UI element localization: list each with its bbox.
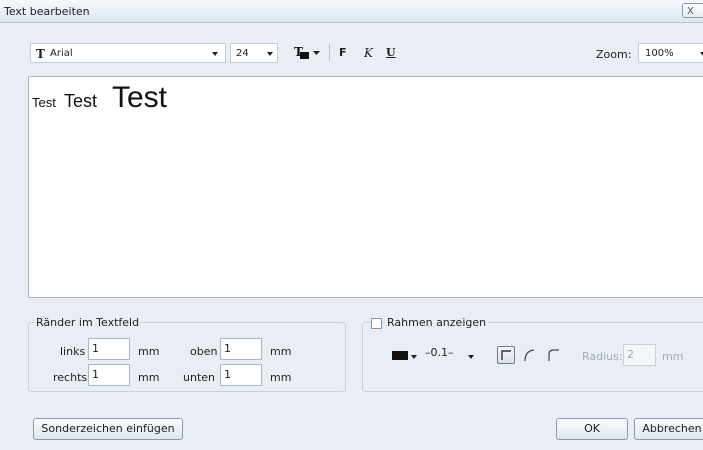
text-run: Test — [32, 95, 56, 110]
bold-button[interactable]: F — [339, 46, 347, 59]
chevron-down-icon — [267, 52, 273, 56]
radius-unit-label: mm — [662, 350, 684, 363]
zoom-value: 100% — [645, 48, 674, 59]
chamfer-corner-button[interactable] — [546, 346, 564, 364]
text-color-button[interactable]: T — [293, 43, 323, 63]
text-run: Test — [112, 81, 168, 114]
margin-top-label: oben — [190, 345, 218, 358]
show-frame-checkbox[interactable] — [371, 318, 382, 329]
unit-label: mm — [138, 345, 160, 358]
font-type-icon: T — [36, 47, 45, 61]
radius-label: Radius: — [582, 350, 623, 363]
margin-left-input[interactable]: 1 — [88, 338, 130, 360]
font-family-value: Arial — [50, 48, 73, 59]
frame-color-swatch[interactable] — [392, 351, 408, 360]
margin-right-input[interactable]: 1 — [88, 364, 130, 386]
zoom-label: Zoom: — [596, 48, 632, 61]
font-size-value: 24 — [236, 48, 249, 59]
underline-button[interactable]: U — [386, 46, 396, 59]
chevron-down-icon[interactable] — [411, 355, 417, 359]
round-corner-button[interactable] — [522, 346, 540, 364]
square-corner-icon — [501, 350, 511, 360]
margin-bottom-label: unten — [183, 371, 215, 384]
margin-left-label: links — [60, 345, 86, 358]
text-editor[interactable]: Test Test Test — [28, 76, 703, 298]
margin-right-label: rechts — [53, 371, 88, 384]
text-color-icon: T — [294, 45, 320, 59]
insert-special-characters-button[interactable]: Sonderzeichen einfügen — [33, 418, 183, 440]
margin-top-input[interactable]: 1 — [220, 338, 262, 360]
unit-label: mm — [138, 371, 160, 384]
font-size-select[interactable]: 24 — [230, 43, 278, 63]
margin-bottom-input[interactable]: 1 — [220, 364, 262, 386]
title-bar: Text bearbeiten X — [0, 0, 703, 23]
close-icon: X — [687, 6, 694, 17]
line-width-value: 0.1 — [430, 346, 449, 359]
chevron-down-icon — [212, 52, 218, 56]
margins-group-title: Ränder im Textfeld — [34, 316, 142, 329]
font-family-select[interactable]: T Arial — [30, 43, 226, 63]
italic-button[interactable]: K — [364, 46, 373, 60]
round-corner-icon — [524, 349, 535, 362]
window-title: Text bearbeiten — [4, 5, 90, 18]
toolbar-separator — [329, 44, 330, 61]
line-width-select[interactable]: –0.1– — [425, 346, 454, 359]
unit-label: mm — [270, 371, 292, 384]
close-button[interactable]: X — [682, 3, 703, 18]
square-corner-button[interactable] — [497, 346, 515, 364]
ok-button[interactable]: OK — [556, 418, 628, 440]
dash-icon: – — [448, 346, 454, 359]
unit-label: mm — [270, 345, 292, 358]
radius-input[interactable]: 2 — [623, 344, 656, 366]
chamfer-corner-icon — [548, 349, 559, 361]
chevron-down-icon[interactable] — [468, 355, 474, 359]
cancel-button[interactable]: Abbrechen — [634, 418, 703, 440]
zoom-select[interactable]: 100% — [638, 43, 703, 63]
text-run: Test — [64, 91, 98, 111]
show-frame-label: Rahmen anzeigen — [385, 316, 489, 329]
